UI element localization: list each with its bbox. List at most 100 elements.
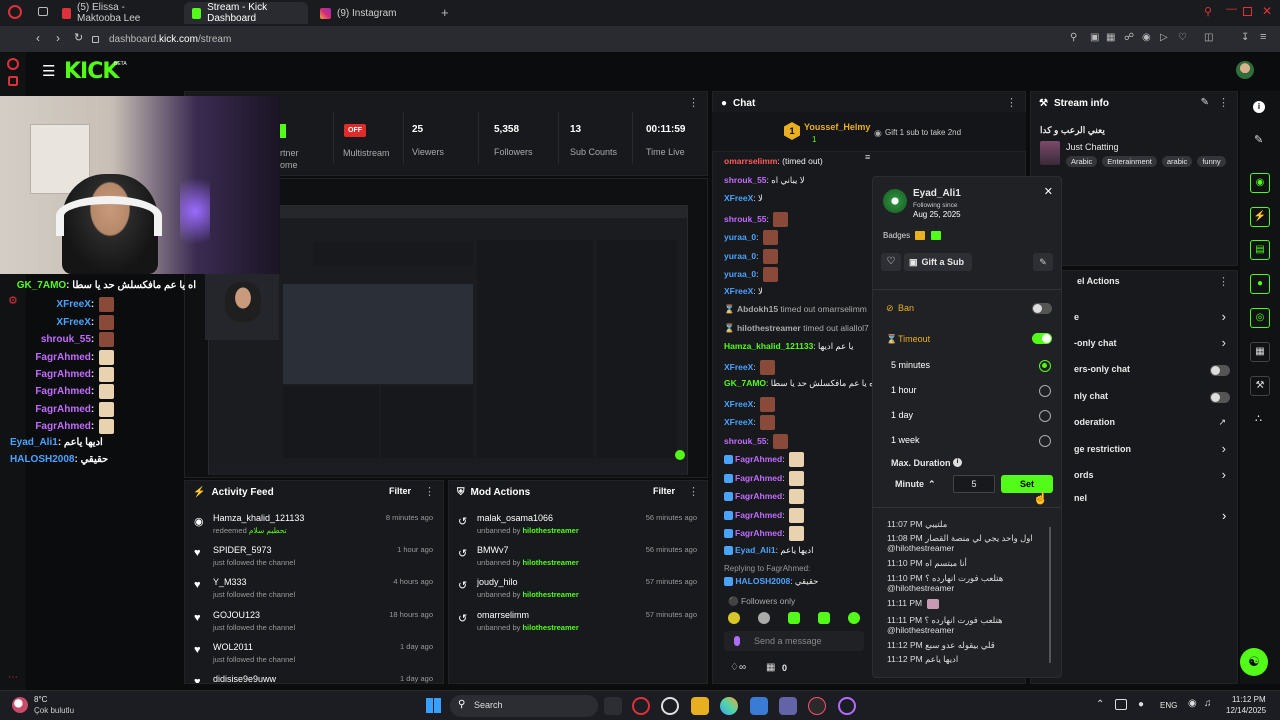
edit-icon[interactable]: ✎ <box>1201 97 1209 108</box>
chat-message[interactable]: yuraa_0: <box>724 248 874 268</box>
chat-username[interactable]: Eyad_Ali1 <box>735 545 776 555</box>
duration-input[interactable]: 5 <box>953 475 995 493</box>
store-icon[interactable] <box>750 697 768 715</box>
timeout-toggle[interactable] <box>1032 333 1052 344</box>
broadcast-widget-icon[interactable]: ◎ <box>1250 308 1270 328</box>
activity-feed-item[interactable]: ♥ WOL2011 just followed the channel 1 day a… <box>185 638 443 670</box>
bolt-widget-icon[interactable]: ⚡ <box>1250 207 1270 227</box>
dots-widget-icon[interactable]: ∴ <box>1255 412 1262 425</box>
chat-message[interactable]: FagrAhmed: <box>724 452 874 471</box>
moderator-name[interactable]: hilothestreamer <box>522 590 578 599</box>
stream-preview-video[interactable] <box>208 205 688 475</box>
channel-action-item[interactable]: ge restriction › <box>1074 441 1234 460</box>
chat-widget-icon[interactable]: ● <box>1250 274 1270 294</box>
chat-message[interactable]: FagrAhmed: <box>724 507 874 527</box>
channel-action-item[interactable]: e › <box>1074 309 1234 328</box>
cube-icon[interactable]: ◫ <box>1204 32 1213 43</box>
teams-icon[interactable] <box>779 697 797 715</box>
chat-message[interactable]: GK_7AMO: اه يا عم مافكسلش حد يا سطا <box>724 378 874 397</box>
emote-button[interactable] <box>758 612 770 624</box>
moderator-name[interactable]: hilothestreamer <box>522 558 578 567</box>
heart-icon[interactable]: ♡ <box>1178 32 1187 43</box>
copilot-icon[interactable] <box>720 697 738 715</box>
book-widget-icon[interactable]: ▤ <box>1250 240 1270 260</box>
gift-sub-button[interactable]: ▣ Gift a Sub <box>904 253 972 271</box>
chat-username[interactable]: FagrAhmed <box>735 454 782 464</box>
channel-action-toggle[interactable] <box>1210 365 1230 376</box>
tag[interactable]: arabic <box>1161 156 1193 167</box>
chat-username[interactable]: shrouk_55 <box>724 175 767 185</box>
store-icon[interactable]: ▦ <box>766 662 775 673</box>
music-icon[interactable] <box>808 697 826 715</box>
feed-username[interactable]: SPIDER_5973 <box>213 545 272 555</box>
workspaces-icon[interactable] <box>38 7 48 16</box>
zoom-icon[interactable]: ⚲ <box>1070 32 1077 43</box>
chat-username[interactable]: FagrAhmed <box>735 472 782 482</box>
chat-message[interactable]: XFreeX: <box>724 359 874 379</box>
chat-username[interactable]: shrouk_55 <box>724 435 767 445</box>
tab-instagram[interactable]: (9) Instagram <box>312 2 436 24</box>
layout-widget-icon[interactable]: ▦ <box>1250 342 1270 362</box>
snapshot-icon[interactable]: ▦ <box>1106 32 1115 43</box>
mod-target-username[interactable]: joudy_hilo <box>477 577 518 587</box>
minimize-icon[interactable]: — <box>1226 3 1237 15</box>
chat-username[interactable]: yuraa_0 <box>724 232 756 242</box>
emote-button[interactable] <box>848 612 860 624</box>
chat-message[interactable]: shrouk_55: لا يباني اه <box>724 175 874 194</box>
chat-message[interactable]: omarrselimm: (timed out) <box>724 156 874 175</box>
feed-username[interactable]: Y_M333 <box>213 577 247 587</box>
tag[interactable]: Enterainment <box>1102 156 1157 167</box>
chat-message[interactable]: XFreeX: <box>724 415 874 434</box>
activity-feed-item[interactable]: ◉ Hamza_khalid_121133 redeemed تحطيم سلام 8… <box>185 509 443 541</box>
multistream-off-badge[interactable]: OFF <box>344 124 366 137</box>
channel-action-item[interactable]: -only chat › <box>1074 335 1234 354</box>
timeout-option[interactable]: 1 day <box>873 409 1061 425</box>
chat-message[interactable]: Eyad_Ali1: اديها ياعم <box>724 545 874 564</box>
chat-username[interactable]: Hamza_khalid_121133 <box>724 341 813 351</box>
activity-feed-item[interactable]: ♥ GOJOU123 just followed the channel 18 hou… <box>185 606 443 638</box>
info-icon[interactable]: i <box>1253 101 1265 113</box>
wifi-icon[interactable]: ◉ <box>1188 698 1197 709</box>
download-icon[interactable]: ↧ <box>1241 32 1249 43</box>
mod-target-username[interactable]: omarrselimm <box>477 610 529 620</box>
feed-username[interactable]: Hamza_khalid_121133 <box>213 513 304 523</box>
channel-action-item[interactable]: ers-only chat <box>1074 364 1234 380</box>
ban-toggle[interactable] <box>1032 303 1052 314</box>
category-name[interactable]: Just Chatting <box>1066 142 1119 152</box>
chat-username[interactable]: FagrAhmed <box>735 509 782 519</box>
channel-action-item[interactable]: ords › <box>1074 467 1234 486</box>
chat-username[interactable]: hilothestreamer <box>737 323 801 333</box>
tab-kick-dashboard[interactable]: Stream - Kick Dashboard <box>184 2 308 24</box>
clock-date[interactable]: 12/14/2025 <box>1226 706 1266 715</box>
chat-username[interactable]: XFreeX <box>724 193 753 203</box>
chat-message[interactable]: FagrAhmed: <box>724 489 874 508</box>
chat-message[interactable]: ⌛ hilothestreamer timed out aliallol7 <box>724 323 874 342</box>
chevron-right-icon[interactable]: › <box>1222 508 1226 523</box>
chat-message[interactable]: ⌛ Abdokh15 timed out omarrselimm <box>724 304 874 323</box>
hamburger-icon[interactable]: ☰ <box>42 62 55 80</box>
timeout-option-radio[interactable] <box>1039 385 1051 397</box>
activity-feed-item[interactable]: ♥ Y_M333 just followed the channel 4 hours … <box>185 573 443 605</box>
chat-username[interactable]: shrouk_55 <box>724 213 767 223</box>
back-icon[interactable]: ‹ <box>36 31 40 45</box>
chat-message[interactable]: FagrAhmed: <box>724 470 874 490</box>
sidebar-app-icon[interactable] <box>8 76 18 86</box>
sidebar-app-icon[interactable] <box>7 58 19 70</box>
extension-icon[interactable]: ▣ <box>1090 32 1099 43</box>
timeout-option-radio[interactable] <box>1039 360 1051 372</box>
unit-select[interactable]: Minute ⌃ <box>891 475 949 493</box>
timeout-option[interactable]: 1 week <box>873 434 1061 450</box>
chat-username[interactable]: HALOSH2008 <box>735 576 790 586</box>
mod-action-item[interactable]: ↺ omarrselimm unbanned by hilothestreamer 5… <box>449 606 707 638</box>
feed-username[interactable]: GOJOU123 <box>213 610 260 620</box>
chat-username[interactable]: GK_7AMO <box>724 378 766 388</box>
forward-icon[interactable]: › <box>56 31 60 45</box>
tray-app-icon[interactable] <box>1115 699 1127 710</box>
app-icon[interactable] <box>838 697 856 715</box>
emote-button[interactable] <box>728 612 740 624</box>
timeout-option-radio[interactable] <box>1039 410 1051 422</box>
activity-filter-button[interactable]: Filter <box>389 486 411 496</box>
channel-action-item[interactable]: oderation ↗ <box>1074 417 1234 433</box>
channel-action-item[interactable]: nly chat <box>1074 391 1234 407</box>
moderator-name[interactable]: hilothestreamer <box>522 526 578 535</box>
